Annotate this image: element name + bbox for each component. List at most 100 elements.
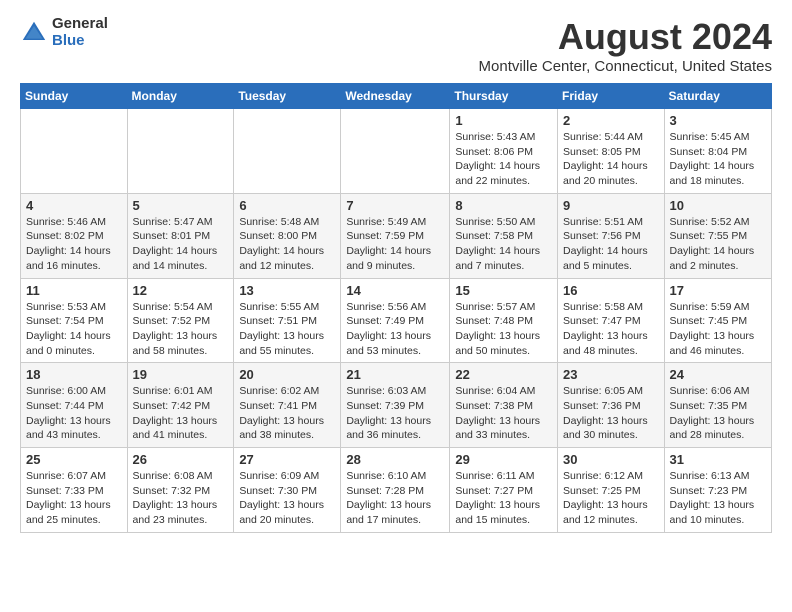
calendar-cell: 24Sunrise: 6:06 AMSunset: 7:35 PMDayligh… xyxy=(664,363,771,448)
day-info: Sunrise: 5:43 AMSunset: 8:06 PMDaylight:… xyxy=(455,130,552,189)
weekday-header-saturday: Saturday xyxy=(664,84,771,109)
day-info: Sunrise: 6:00 AMSunset: 7:44 PMDaylight:… xyxy=(26,384,122,443)
day-number: 1 xyxy=(455,113,552,128)
day-info: Sunrise: 5:55 AMSunset: 7:51 PMDaylight:… xyxy=(239,300,335,359)
day-number: 12 xyxy=(133,283,229,298)
day-number: 5 xyxy=(133,198,229,213)
calendar-table: SundayMondayTuesdayWednesdayThursdayFrid… xyxy=(20,83,772,533)
calendar-cell: 23 Sunrise: 6:05 AMSunset: 7:36 PMDayligh… xyxy=(558,363,665,448)
week-row-3: 11 Sunrise: 5:53 AMSunset: 7:54 PMDayligh… xyxy=(21,278,772,363)
calendar-header: SundayMondayTuesdayWednesdayThursdayFrid… xyxy=(21,84,772,109)
calendar-cell: 15Sunrise: 5:57 AMSunset: 7:48 PMDayligh… xyxy=(450,278,558,363)
day-number: 20 xyxy=(239,367,335,382)
logo-blue-text: Blue xyxy=(52,33,108,50)
day-info: Sunrise: 5:54 AMSunset: 7:52 PMDaylight:… xyxy=(133,300,229,359)
day-info: Sunrise: 5:53 AMSunset: 7:54 PMDaylight:… xyxy=(26,300,122,359)
calendar-cell: 30 Sunrise: 6:12 AMSunset: 7:25 PMDayligh… xyxy=(558,448,665,533)
calendar-cell: 17 Sunrise: 5:59 AMSunset: 7:45 PMDayligh… xyxy=(664,278,771,363)
calendar-cell: 6Sunrise: 5:48 AMSunset: 8:00 PMDaylight… xyxy=(234,193,341,278)
calendar-cell: 29Sunrise: 6:11 AMSunset: 7:27 PMDayligh… xyxy=(450,448,558,533)
day-info: Sunrise: 5:56 AMSunset: 7:49 PMDaylight:… xyxy=(346,300,444,359)
calendar-cell: 31Sunrise: 6:13 AMSunset: 7:23 PMDayligh… xyxy=(664,448,771,533)
day-info: Sunrise: 5:59 AMSunset: 7:45 PMDaylight:… xyxy=(670,300,766,359)
weekday-header-tuesday: Tuesday xyxy=(234,84,341,109)
day-number: 29 xyxy=(455,452,552,467)
day-info: Sunrise: 5:50 AMSunset: 7:58 PMDaylight:… xyxy=(455,215,552,274)
calendar-cell: 11 Sunrise: 5:53 AMSunset: 7:54 PMDayligh… xyxy=(21,278,128,363)
calendar-cell: 20Sunrise: 6:02 AMSunset: 7:41 PMDayligh… xyxy=(234,363,341,448)
day-info: Sunrise: 6:04 AMSunset: 7:38 PMDaylight:… xyxy=(455,384,552,443)
week-row-4: 18Sunrise: 6:00 AMSunset: 7:44 PMDayligh… xyxy=(21,363,772,448)
calendar-cell: 22 Sunrise: 6:04 AMSunset: 7:38 PMDayligh… xyxy=(450,363,558,448)
calendar-cell: 10 Sunrise: 5:52 AMSunset: 7:55 PMDayligh… xyxy=(664,193,771,278)
calendar-cell: 16Sunrise: 5:58 AMSunset: 7:47 PMDayligh… xyxy=(558,278,665,363)
logo-general-text: General xyxy=(52,16,108,33)
calendar-cell: 8 Sunrise: 5:50 AMSunset: 7:58 PMDaylight… xyxy=(450,193,558,278)
day-number: 4 xyxy=(26,198,122,213)
calendar-cell: 12 Sunrise: 5:54 AMSunset: 7:52 PMDayligh… xyxy=(127,278,234,363)
day-number: 16 xyxy=(563,283,659,298)
day-info: Sunrise: 5:49 AMSunset: 7:59 PMDaylight:… xyxy=(346,215,444,274)
day-number: 30 xyxy=(563,452,659,467)
calendar-body: 1 Sunrise: 5:43 AMSunset: 8:06 PMDaylight… xyxy=(21,109,772,533)
day-number: 26 xyxy=(133,452,229,467)
weekday-header-monday: Monday xyxy=(127,84,234,109)
calendar-cell: 19Sunrise: 6:01 AMSunset: 7:42 PMDayligh… xyxy=(127,363,234,448)
day-number: 22 xyxy=(455,367,552,382)
day-number: 3 xyxy=(670,113,766,128)
calendar-cell: 1 Sunrise: 5:43 AMSunset: 8:06 PMDaylight… xyxy=(450,109,558,194)
day-number: 21 xyxy=(346,367,444,382)
weekday-header-thursday: Thursday xyxy=(450,84,558,109)
weekday-header-friday: Friday xyxy=(558,84,665,109)
day-number: 7 xyxy=(346,198,444,213)
calendar-cell: 2 Sunrise: 5:44 AMSunset: 8:05 PMDaylight… xyxy=(558,109,665,194)
day-info: Sunrise: 5:45 AMSunset: 8:04 PMDaylight:… xyxy=(670,130,766,189)
calendar-cell xyxy=(127,109,234,194)
day-info: Sunrise: 5:51 AMSunset: 7:56 PMDaylight:… xyxy=(563,215,659,274)
calendar-cell: 28Sunrise: 6:10 AMSunset: 7:28 PMDayligh… xyxy=(341,448,450,533)
calendar-cell: 27Sunrise: 6:09 AMSunset: 7:30 PMDayligh… xyxy=(234,448,341,533)
page-header: General Blue August 2024 Montville Cente… xyxy=(20,16,772,75)
day-info: Sunrise: 5:47 AMSunset: 8:01 PMDaylight:… xyxy=(133,215,229,274)
calendar-cell: 14 Sunrise: 5:56 AMSunset: 7:49 PMDayligh… xyxy=(341,278,450,363)
calendar-cell: 26Sunrise: 6:08 AMSunset: 7:32 PMDayligh… xyxy=(127,448,234,533)
day-number: 17 xyxy=(670,283,766,298)
day-number: 14 xyxy=(346,283,444,298)
day-number: 31 xyxy=(670,452,766,467)
day-number: 2 xyxy=(563,113,659,128)
day-info: Sunrise: 5:44 AMSunset: 8:05 PMDaylight:… xyxy=(563,130,659,189)
day-info: Sunrise: 6:06 AMSunset: 7:35 PMDaylight:… xyxy=(670,384,766,443)
day-info: Sunrise: 6:05 AMSunset: 7:36 PMDaylight:… xyxy=(563,384,659,443)
title-area: August 2024 Montville Center, Connecticu… xyxy=(479,16,772,75)
day-number: 8 xyxy=(455,198,552,213)
month-title: August 2024 xyxy=(479,16,772,58)
weekday-header-row: SundayMondayTuesdayWednesdayThursdayFrid… xyxy=(21,84,772,109)
day-number: 11 xyxy=(26,283,122,298)
weekday-header-sunday: Sunday xyxy=(21,84,128,109)
day-number: 19 xyxy=(133,367,229,382)
day-info: Sunrise: 6:10 AMSunset: 7:28 PMDaylight:… xyxy=(346,469,444,528)
day-number: 9 xyxy=(563,198,659,213)
day-number: 25 xyxy=(26,452,122,467)
location-title: Montville Center, Connecticut, United St… xyxy=(479,58,772,75)
calendar-cell: 21 Sunrise: 6:03 AMSunset: 7:39 PMDayligh… xyxy=(341,363,450,448)
week-row-5: 25 Sunrise: 6:07 AMSunset: 7:33 PMDayligh… xyxy=(21,448,772,533)
calendar-cell: 9 Sunrise: 5:51 AMSunset: 7:56 PMDaylight… xyxy=(558,193,665,278)
calendar-cell: 3 Sunrise: 5:45 AMSunset: 8:04 PMDaylight… xyxy=(664,109,771,194)
calendar-cell: 13 Sunrise: 5:55 AMSunset: 7:51 PMDayligh… xyxy=(234,278,341,363)
day-info: Sunrise: 6:03 AMSunset: 7:39 PMDaylight:… xyxy=(346,384,444,443)
day-number: 15 xyxy=(455,283,552,298)
day-number: 6 xyxy=(239,198,335,213)
day-number: 27 xyxy=(239,452,335,467)
day-info: Sunrise: 5:46 AMSunset: 8:02 PMDaylight:… xyxy=(26,215,122,274)
day-number: 10 xyxy=(670,198,766,213)
week-row-2: 4 Sunrise: 5:46 AMSunset: 8:02 PMDaylight… xyxy=(21,193,772,278)
day-info: Sunrise: 5:52 AMSunset: 7:55 PMDaylight:… xyxy=(670,215,766,274)
day-info: Sunrise: 6:12 AMSunset: 7:25 PMDaylight:… xyxy=(563,469,659,528)
calendar-cell: 25 Sunrise: 6:07 AMSunset: 7:33 PMDayligh… xyxy=(21,448,128,533)
day-info: Sunrise: 6:07 AMSunset: 7:33 PMDaylight:… xyxy=(26,469,122,528)
week-row-1: 1 Sunrise: 5:43 AMSunset: 8:06 PMDaylight… xyxy=(21,109,772,194)
day-number: 23 xyxy=(563,367,659,382)
day-number: 13 xyxy=(239,283,335,298)
weekday-header-wednesday: Wednesday xyxy=(341,84,450,109)
